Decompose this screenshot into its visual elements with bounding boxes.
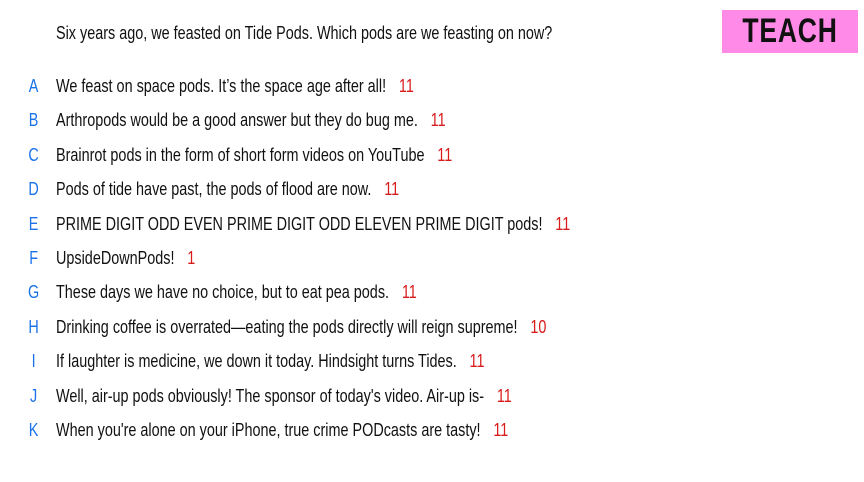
answer-count: 11 bbox=[437, 144, 453, 165]
answer-count: 11 bbox=[401, 282, 417, 303]
answer-count: 10 bbox=[530, 316, 547, 337]
answer-letter: G bbox=[28, 282, 40, 303]
answer-text: Arthropods would be a good answer but th… bbox=[56, 110, 418, 131]
question-title: Six years ago, we feasted on Tide Pods. … bbox=[56, 23, 553, 43]
answer-text: PRIME DIGIT ODD EVEN PRIME DIGIT ODD ELE… bbox=[56, 213, 543, 234]
answer-item: These days we have no choice, but to eat… bbox=[56, 282, 417, 303]
answer-count: 11 bbox=[384, 179, 400, 200]
answer-letter: K bbox=[28, 420, 39, 440]
answer-text: These days we have no choice, but to eat… bbox=[56, 282, 390, 303]
teach-label: TEACH bbox=[742, 12, 838, 50]
answer-count: 11 bbox=[493, 420, 509, 440]
answer-item: PRIME DIGIT ODD EVEN PRIME DIGIT ODD ELE… bbox=[56, 214, 570, 235]
answer-item: We feast on space pods. It’s the space a… bbox=[56, 76, 414, 97]
answer-letter: B bbox=[28, 110, 39, 131]
answer-letter: J bbox=[30, 385, 38, 406]
answer-item: Pods of tide have past, the pods of floo… bbox=[56, 179, 399, 200]
answer-count: 11 bbox=[469, 351, 485, 372]
answer-letter: D bbox=[28, 179, 39, 200]
answer-count: 1 bbox=[187, 248, 196, 268]
answer-letter: I bbox=[31, 351, 36, 372]
answer-text: We feast on space pods. It’s the space a… bbox=[56, 76, 387, 96]
answer-text: Well, air-up pods obviously! The sponsor… bbox=[56, 385, 485, 406]
answer-text: Pods of tide have past, the pods of floo… bbox=[56, 179, 372, 200]
teach-badge: TEACH bbox=[722, 10, 858, 53]
answer-text: If laughter is medicine, we down it toda… bbox=[56, 351, 457, 372]
answer-item: Well, air-up pods obviously! The sponsor… bbox=[56, 386, 512, 407]
answer-count: 11 bbox=[398, 76, 414, 96]
answer-item: Drinking coffee is overrated—eating the … bbox=[56, 317, 546, 338]
answer-letter: F bbox=[29, 248, 38, 268]
answer-item: When you're alone on your iPhone, true c… bbox=[56, 420, 508, 441]
answer-count: 11 bbox=[430, 110, 446, 131]
answer-text: Brainrot pods in the form of short form … bbox=[56, 144, 425, 165]
answer-count: 11 bbox=[555, 213, 571, 234]
answer-letter: C bbox=[28, 144, 39, 165]
answer-letter: E bbox=[28, 213, 39, 234]
answer-item: UpsideDownPods! 1 bbox=[56, 248, 195, 269]
answer-text: When you're alone on your iPhone, true c… bbox=[56, 420, 481, 440]
answer-count: 11 bbox=[496, 385, 512, 406]
answer-text: UpsideDownPods! bbox=[56, 248, 175, 268]
answer-letter: H bbox=[28, 316, 39, 337]
answer-item: Arthropods would be a good answer but th… bbox=[56, 110, 446, 131]
answer-text: Drinking coffee is overrated—eating the … bbox=[56, 316, 518, 337]
answer-item: If laughter is medicine, we down it toda… bbox=[56, 351, 484, 372]
answer-item: Brainrot pods in the form of short form … bbox=[56, 145, 452, 166]
answer-letter: A bbox=[28, 76, 39, 96]
